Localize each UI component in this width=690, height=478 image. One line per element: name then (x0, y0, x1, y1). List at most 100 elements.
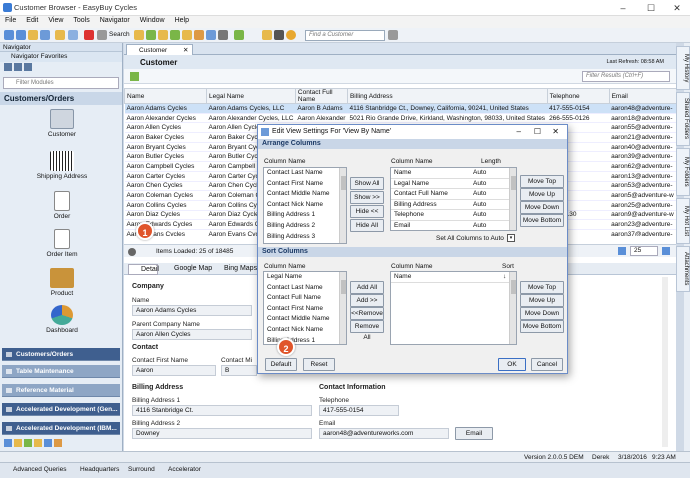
move-top-button[interactable]: Move Top (520, 175, 564, 188)
parent-company-field[interactable]: Aaron Allen Cycles (132, 329, 252, 340)
small-icons-view-icon[interactable] (14, 63, 22, 71)
maximize-button[interactable]: ☐ (640, 2, 662, 14)
shortcut-icon[interactable] (14, 439, 22, 447)
list-item[interactable]: Billing Address 2 (264, 221, 346, 232)
check-icon[interactable] (170, 30, 180, 40)
search-icon[interactable] (97, 30, 107, 40)
menu-help[interactable]: Help (170, 16, 194, 25)
email-button[interactable]: Email (455, 427, 493, 440)
tab-bing-maps[interactable]: Bing Maps (212, 265, 257, 272)
excel-icon[interactable] (234, 30, 244, 40)
list-item[interactable]: Billing Address 3 (264, 232, 346, 243)
minimize-button[interactable]: – (612, 2, 634, 14)
next-page-icon[interactable] (662, 247, 670, 255)
table-row[interactable]: Aaron Adams Cycles Aaron Adams Cycles, LL… (124, 103, 676, 114)
delete-icon[interactable] (84, 30, 94, 40)
col-header-contact-full-name[interactable]: Contact Full Name (294, 88, 348, 104)
edit-icon[interactable] (194, 30, 204, 40)
add-button[interactable]: Add >> (350, 294, 384, 307)
previous-page-icon[interactable] (618, 247, 626, 255)
list-scrollbar[interactable] (509, 168, 516, 230)
folder-up-icon[interactable] (134, 30, 144, 40)
nav-item-shipping-address[interactable]: Shipping Address (3, 151, 121, 180)
tab-my-folders[interactable]: My Folders (676, 148, 690, 196)
navigator-favorites[interactable]: Navigator Favorites (0, 52, 122, 62)
list-scrollbar[interactable] (339, 272, 346, 344)
group-table-maintenance[interactable]: Table Maintenance (2, 365, 120, 378)
shortcut-icon[interactable] (54, 439, 62, 447)
tab-advanced-queries[interactable]: Advanced Queries (3, 466, 66, 473)
add-all-button[interactable]: Add All (350, 281, 384, 294)
col-header-name[interactable]: Name (124, 88, 207, 104)
nav-item-order-item[interactable]: Order Item (3, 229, 121, 258)
options-icon[interactable] (262, 30, 272, 40)
camera-icon[interactable] (274, 30, 284, 40)
list-item[interactable]: Contact Last Name (264, 168, 346, 179)
available-columns-list[interactable]: Contact Last Name Contact First Name Conta… (263, 167, 347, 244)
page-size-select[interactable]: 25 (630, 246, 658, 256)
filter-icon[interactable] (182, 30, 192, 40)
show-all-button[interactable]: Show All (350, 177, 384, 190)
dialog-maximize-button[interactable]: ☐ (534, 127, 541, 136)
sorted-columns-list[interactable]: Name ↓ (390, 271, 517, 345)
nav-item-customer[interactable]: Customer (3, 109, 121, 138)
list-item[interactable]: Billing Address Auto (391, 200, 516, 211)
contact-middle-name-field[interactable]: B (221, 365, 257, 376)
list-scrollbar[interactable] (509, 272, 516, 344)
dialog-close-button[interactable]: ✕ (552, 127, 559, 136)
shortcut-icon[interactable] (34, 439, 42, 447)
list-item[interactable]: Legal Name (264, 272, 346, 283)
sort-move-down-button[interactable]: Move Down (520, 307, 564, 320)
list-item[interactable]: Name Auto (391, 168, 516, 179)
list-item[interactable]: Contact First Name (264, 304, 346, 315)
list-item[interactable]: Contact Middle Name (264, 189, 346, 200)
move-up-button[interactable]: Move Up (520, 188, 564, 201)
forward-icon[interactable] (16, 30, 26, 40)
tab-headquarters[interactable]: Headquarters (70, 466, 119, 473)
list-item[interactable]: Contact Nick Name (264, 325, 346, 336)
menu-file[interactable]: File (0, 16, 21, 25)
globe-icon[interactable] (286, 30, 296, 40)
group-customers-orders[interactable]: Customers/Orders (2, 348, 120, 361)
tab-my-history[interactable]: My History (676, 46, 690, 90)
tab-shared-folders[interactable]: Shared Folders (676, 92, 690, 146)
list-item[interactable]: Contact Last Name (264, 283, 346, 294)
list-item[interactable]: Email Auto (391, 221, 516, 230)
large-icons-view-icon[interactable] (4, 63, 12, 71)
table-row[interactable]: Aaron Alexander Cycles Aaron Alexander Cy… (124, 113, 676, 124)
reset-button[interactable]: Reset (303, 358, 335, 371)
sort-move-up-button[interactable]: Move Up (520, 294, 564, 307)
list-item[interactable]: Legal Name Auto (391, 179, 516, 190)
tab-customer[interactable]: Customer ✕ (126, 44, 194, 55)
refresh-icon[interactable] (146, 30, 156, 40)
col-header-billing-address[interactable]: Billing Address (346, 88, 548, 104)
tab-surround[interactable]: Surround (118, 466, 155, 473)
list-item[interactable]: Billing Address 1 (264, 210, 346, 221)
menu-tools[interactable]: Tools (68, 16, 94, 25)
col-header-legal-name[interactable]: Legal Name (206, 88, 296, 104)
group-reference-material[interactable]: Reference Material (2, 384, 120, 397)
tab-attachments[interactable]: Attachments (676, 246, 690, 292)
nav-item-order[interactable]: Order (3, 191, 121, 220)
close-icon[interactable]: ✕ (183, 47, 188, 54)
filter-modules-input[interactable]: Filter Modules (3, 77, 119, 89)
default-button[interactable]: Default (265, 358, 297, 371)
folder-icon[interactable] (28, 30, 38, 40)
add-icon[interactable] (130, 72, 139, 81)
tab-google-map[interactable]: Google Map (162, 265, 212, 272)
tab-my-hot-list[interactable]: My Hot List (676, 198, 690, 244)
filter-results-input[interactable]: Filter Results (Ctrl+F) (582, 71, 670, 82)
menu-navigator[interactable]: Navigator (95, 16, 135, 25)
remove-all-button[interactable]: Remove All (350, 320, 384, 341)
move-down-button[interactable]: Move Down (520, 201, 564, 214)
tab-detail[interactable]: Detail (128, 264, 159, 275)
grid-icon[interactable] (206, 30, 216, 40)
show-button[interactable]: Show >> (350, 191, 384, 204)
list-view-icon[interactable] (24, 63, 32, 71)
nav-item-dashboard[interactable]: Dashboard (3, 305, 121, 334)
name-field[interactable]: Aaron Adams Cycles (132, 305, 252, 316)
list-item[interactable]: Name ↓ (391, 272, 516, 283)
nav-item-product[interactable]: Product (3, 268, 121, 297)
shortcut-icon[interactable] (44, 439, 52, 447)
email-field[interactable]: aaron48@adventureworks.com (319, 428, 449, 439)
